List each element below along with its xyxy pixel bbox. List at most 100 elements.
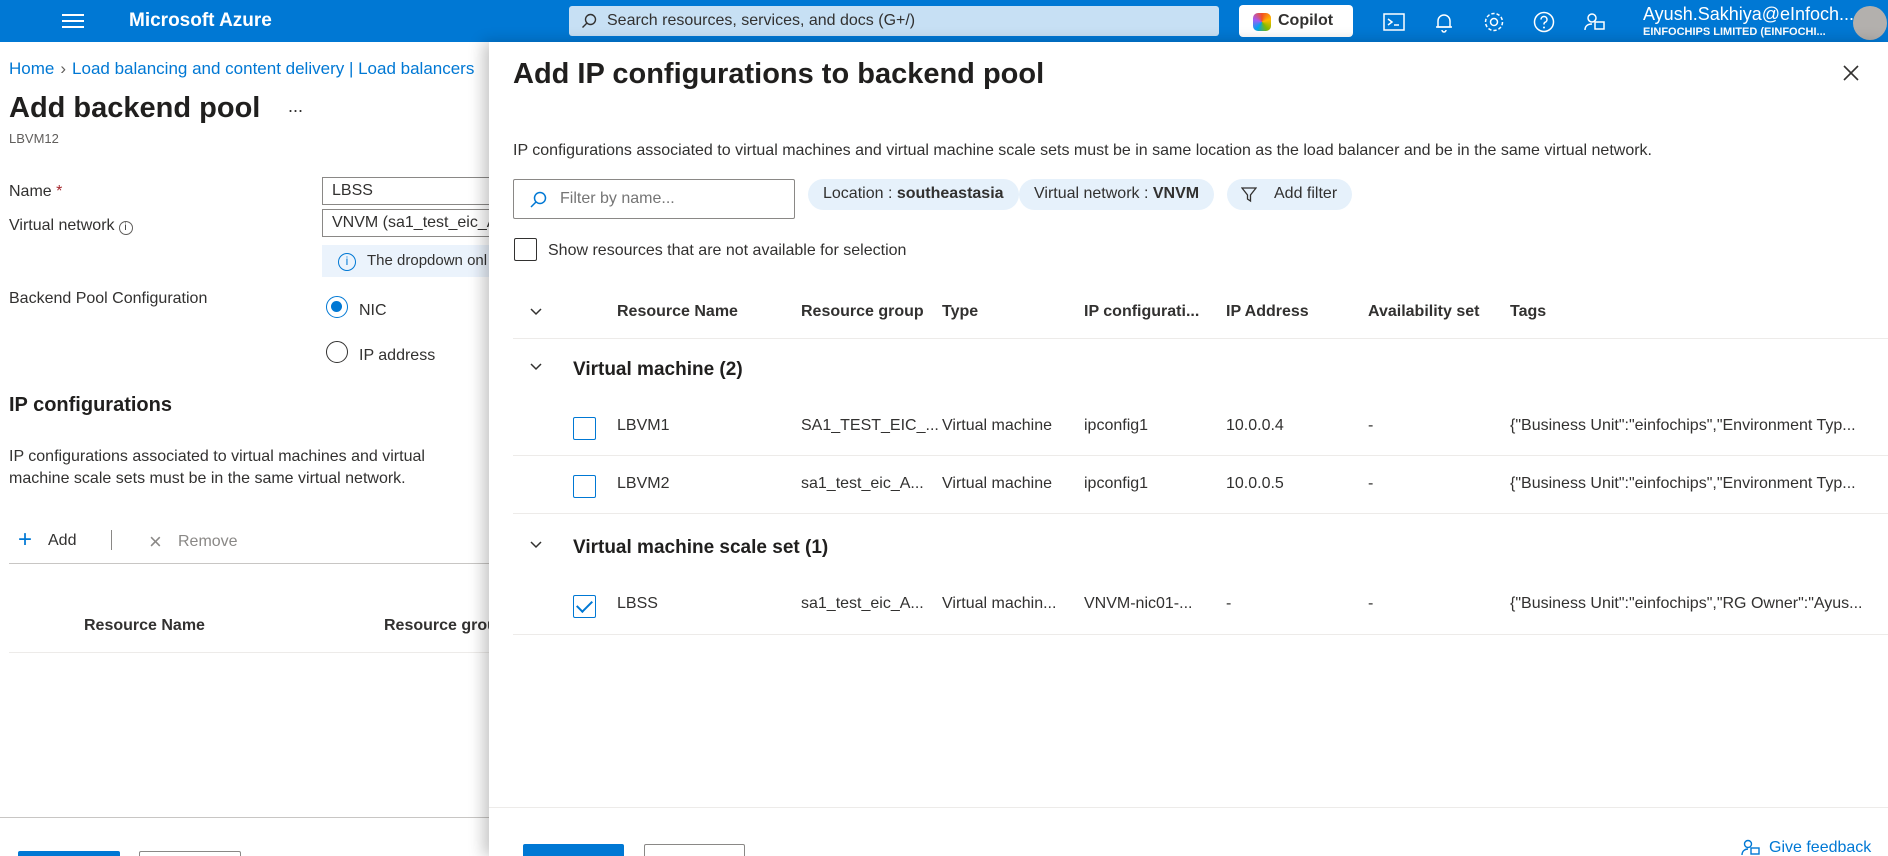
row-checkbox-lbss[interactable] xyxy=(573,595,596,618)
search-placeholder: Search resources, services, and docs (G+… xyxy=(607,12,916,29)
breadcrumb-load-balancers[interactable]: Load balancing and content delivery | Lo… xyxy=(72,59,474,78)
cell-ip-configuration: ipconfig1 xyxy=(1084,417,1149,434)
column-header-resource-group[interactable]: Resource group xyxy=(801,303,924,321)
user-org: EINFOCHIPS LIMITED (EINFOCHI... xyxy=(1643,26,1826,38)
backend-config-label: Backend Pool Configuration xyxy=(9,290,208,307)
cell-availability-set: - xyxy=(1368,417,1374,434)
chevron-down-icon[interactable] xyxy=(529,305,543,319)
vnet-filter-value: VNVM xyxy=(1152,185,1200,202)
chevron-down-icon[interactable] xyxy=(529,538,543,552)
more-options-button[interactable]: ... xyxy=(288,96,303,117)
cell-ip-configuration: VNVM-nic01-... xyxy=(1084,595,1193,612)
location-filter-value: southeastasia xyxy=(896,185,1004,202)
settings-icon[interactable] xyxy=(1482,10,1506,34)
location-filter-pill[interactable]: Location : southeastasia xyxy=(808,179,1019,210)
nic-radio-label[interactable]: NIC xyxy=(359,302,387,320)
divider xyxy=(513,634,1888,635)
vnet-label: Virtual network i xyxy=(9,217,133,235)
cell-type: Virtual machin... xyxy=(942,595,1057,612)
group-header-virtual-machine-scale-set[interactable]: Virtual machine scale set (1) xyxy=(573,537,828,559)
add-icon: + xyxy=(18,526,33,553)
name-input[interactable]: LBSS xyxy=(322,177,502,205)
row-checkbox-lbvm2[interactable] xyxy=(573,475,596,498)
cell-type: Virtual machine xyxy=(942,475,1052,492)
chevron-down-icon[interactable] xyxy=(529,360,543,374)
feedback-icon[interactable] xyxy=(1582,10,1606,34)
add-button[interactable] xyxy=(523,844,624,856)
cancel-button[interactable] xyxy=(644,844,745,856)
divider xyxy=(513,455,1888,456)
column-header-resource-name[interactable]: Resource Name xyxy=(617,303,738,321)
info-message: The dropdown onl xyxy=(367,252,488,269)
give-feedback-link[interactable]: Give feedback xyxy=(1741,839,1871,856)
vnet-label-text: Virtual network xyxy=(9,217,115,234)
ip-address-radio[interactable] xyxy=(326,341,348,363)
vnet-select[interactable]: VNVM (sa1_test_eic_A xyxy=(322,209,502,237)
nic-radio[interactable] xyxy=(326,296,348,318)
filter-by-name-input[interactable] xyxy=(513,179,795,219)
cell-tags: {"Business Unit":"einfochips","Environme… xyxy=(1510,417,1856,434)
group-header-virtual-machine[interactable]: Virtual machine (2) xyxy=(573,359,743,381)
cell-resource-group: sa1_test_eic_A... xyxy=(801,595,924,612)
notifications-icon[interactable] xyxy=(1432,10,1456,34)
copilot-button[interactable]: Copilot xyxy=(1239,5,1353,37)
add-filter-button[interactable]: Add filter xyxy=(1227,179,1353,210)
blade-title: Add IP configurations to backend pool xyxy=(513,58,1045,90)
required-marker: * xyxy=(56,183,63,200)
footer-divider xyxy=(0,817,489,818)
add-filter-label: Add filter xyxy=(1274,185,1338,202)
ip-address-radio-label[interactable]: IP address xyxy=(359,347,435,365)
cell-availability-set: - xyxy=(1368,595,1374,612)
column-header-availability-set[interactable]: Availability set xyxy=(1368,303,1479,321)
column-header-resource-group[interactable]: Resource grou xyxy=(384,617,497,635)
page-subtitle: LBVM12 xyxy=(9,131,59,146)
name-label: Name * xyxy=(9,183,62,201)
column-header-type[interactable]: Type xyxy=(942,303,978,321)
top-bar: Microsoft Azure Search resources, servic… xyxy=(0,0,1888,42)
chevron-right-icon: › xyxy=(60,59,67,78)
save-button[interactable] xyxy=(18,851,120,856)
divider xyxy=(513,338,1888,339)
remove-button[interactable]: × Remove xyxy=(149,529,238,554)
row-checkbox-lbvm1[interactable] xyxy=(573,417,596,440)
search-icon xyxy=(582,13,597,28)
account-menu[interactable]: Ayush.Sakhiya@eInfoch... EINFOCHIPS LIMI… xyxy=(1643,4,1854,38)
info-icon[interactable]: i xyxy=(118,221,133,235)
vnet-filter-label: Virtual network : xyxy=(1034,185,1153,202)
column-header-ip-address[interactable]: IP Address xyxy=(1226,303,1309,321)
close-icon: × xyxy=(149,529,162,554)
global-search-input[interactable]: Search resources, services, and docs (G+… xyxy=(569,6,1219,36)
ip-configurations-description: IP configurations associated to virtual … xyxy=(9,448,425,487)
cell-resource-name: LBVM1 xyxy=(617,417,670,434)
help-icon[interactable] xyxy=(1532,10,1556,34)
column-header-ip-configuration[interactable]: IP configurati... xyxy=(1084,303,1199,321)
cell-resource-group: sa1_test_eic_A... xyxy=(801,475,924,492)
cell-ip-address: 10.0.0.5 xyxy=(1226,475,1284,492)
info-icon: i xyxy=(338,253,356,271)
search-icon xyxy=(530,191,547,208)
brand-name[interactable]: Microsoft Azure xyxy=(129,10,272,32)
add-button[interactable]: + Add xyxy=(18,526,77,553)
column-header-resource-name[interactable]: Resource Name xyxy=(84,617,205,635)
show-unavailable-checkbox[interactable] xyxy=(514,238,537,261)
menu-icon[interactable] xyxy=(62,11,84,31)
cell-resource-name: LBSS xyxy=(617,595,658,612)
avatar[interactable] xyxy=(1853,6,1887,40)
show-unavailable-label[interactable]: Show resources that are not available fo… xyxy=(548,242,906,260)
breadcrumb: Home › Load balancing and content delivery… xyxy=(9,59,474,79)
ip-configurations-heading: IP configurations xyxy=(9,394,172,416)
add-label: Add xyxy=(48,532,77,549)
cell-type: Virtual machine xyxy=(942,417,1052,434)
cell-resource-group: SA1_TEST_EIC_... xyxy=(801,417,939,434)
column-header-tags[interactable]: Tags xyxy=(1510,303,1546,321)
cell-tags: {"Business Unit":"einfochips","Environme… xyxy=(1510,475,1856,492)
blade-description: IP configurations associated to virtual … xyxy=(513,142,1652,159)
vnet-filter-pill[interactable]: Virtual network : VNVM xyxy=(1019,179,1215,210)
user-name: Ayush.Sakhiya@eInfoch... xyxy=(1643,4,1855,24)
close-icon[interactable] xyxy=(1840,62,1862,84)
breadcrumb-home[interactable]: Home xyxy=(9,59,54,78)
cancel-button[interactable] xyxy=(139,851,241,856)
cloud-shell-icon[interactable] xyxy=(1382,10,1406,34)
toolbar-divider xyxy=(111,530,112,550)
divider xyxy=(9,563,489,564)
